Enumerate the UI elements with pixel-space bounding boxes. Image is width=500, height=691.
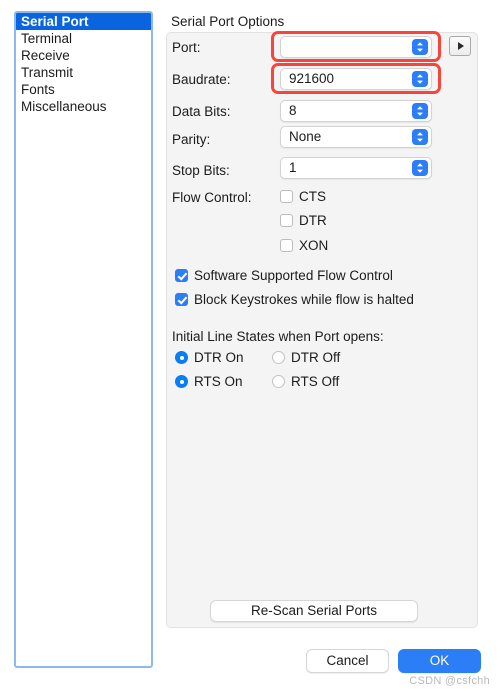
- stop-bits-select[interactable]: 1: [280, 157, 432, 179]
- chevron-updown-icon: [412, 160, 428, 176]
- data-bits-select[interactable]: 8: [280, 100, 432, 122]
- checkbox-label: Block Keystrokes while flow is halted: [194, 292, 414, 307]
- checkbox-cts[interactable]: CTS: [280, 189, 326, 204]
- settings-dialog: Serial Port Terminal Receive Transmit Fo…: [0, 0, 500, 691]
- sidebar-item-label: Miscellaneous: [21, 99, 107, 114]
- checkbox-label: XON: [299, 238, 329, 253]
- radio-rts-on[interactable]: RTS On: [175, 374, 243, 389]
- sidebar-item-label: Transmit: [21, 65, 74, 80]
- radio-label: DTR On: [194, 350, 244, 365]
- radio-label: RTS Off: [291, 374, 340, 389]
- sidebar-item-label: Fonts: [21, 82, 55, 97]
- radio-icon: [272, 375, 285, 388]
- chevron-updown-icon: [412, 39, 428, 55]
- parity-value: None: [289, 129, 322, 144]
- data-bits-label: Data Bits:: [172, 104, 231, 119]
- sidebar-item-fonts[interactable]: Fonts: [16, 81, 151, 98]
- parity-label: Parity:: [172, 132, 211, 147]
- chevron-updown-icon: [412, 129, 428, 145]
- baudrate-value: 921600: [289, 71, 335, 86]
- checkbox-checked-icon: [175, 269, 188, 282]
- rescan-serial-ports-button[interactable]: Re-Scan Serial Ports: [210, 600, 418, 622]
- cancel-button[interactable]: Cancel: [306, 649, 389, 673]
- baudrate-select[interactable]: 921600: [280, 68, 432, 90]
- checkbox-block-keystrokes[interactable]: Block Keystrokes while flow is halted: [175, 292, 414, 307]
- baudrate-label: Baudrate:: [172, 72, 231, 87]
- sidebar-item-transmit[interactable]: Transmit: [16, 64, 151, 81]
- flow-control-label: Flow Control:: [172, 190, 252, 205]
- stop-bits-value: 1: [289, 160, 297, 175]
- radio-selected-icon: [175, 351, 188, 364]
- sidebar-item-receive[interactable]: Receive: [16, 47, 151, 64]
- sidebar-item-label: Receive: [21, 48, 70, 63]
- radio-selected-icon: [175, 375, 188, 388]
- checkbox-dtr[interactable]: DTR: [280, 213, 327, 228]
- checkbox-icon: [280, 214, 293, 227]
- page-title: Serial Port Options: [171, 14, 285, 29]
- sidebar-item-terminal[interactable]: Terminal: [16, 30, 151, 47]
- line-states-title: Initial Line States when Port opens:: [172, 329, 384, 344]
- radio-label: DTR Off: [291, 350, 341, 365]
- radio-label: RTS On: [194, 374, 243, 389]
- ok-button[interactable]: OK: [398, 649, 481, 673]
- checkbox-icon: [280, 239, 293, 252]
- sidebar-item-label: Terminal: [21, 31, 73, 46]
- chevron-updown-icon: [412, 71, 428, 87]
- radio-rts-off[interactable]: RTS Off: [272, 374, 339, 389]
- checkbox-software-flow-control[interactable]: Software Supported Flow Control: [175, 268, 393, 283]
- data-bits-value: 8: [289, 103, 297, 118]
- parity-select[interactable]: None: [280, 126, 432, 148]
- sidebar-item-miscellaneous[interactable]: Miscellaneous: [16, 98, 151, 115]
- port-label: Port:: [172, 40, 201, 55]
- port-select[interactable]: [280, 36, 432, 58]
- sidebar-item-label: Serial Port: [21, 14, 89, 29]
- expand-port-list-button[interactable]: [449, 36, 471, 56]
- chevron-updown-icon: [412, 103, 428, 119]
- settings-category-list[interactable]: Serial Port Terminal Receive Transmit Fo…: [14, 11, 153, 668]
- checkbox-icon: [280, 190, 293, 203]
- radio-icon: [272, 351, 285, 364]
- radio-dtr-off[interactable]: DTR Off: [272, 350, 340, 365]
- stop-bits-label: Stop Bits:: [172, 163, 230, 178]
- checkbox-checked-icon: [175, 293, 188, 306]
- watermark: CSDN @csfchh: [409, 675, 490, 687]
- radio-dtr-on[interactable]: DTR On: [175, 350, 244, 365]
- checkbox-label: Software Supported Flow Control: [194, 268, 393, 283]
- triangle-right-icon: [458, 42, 464, 50]
- checkbox-xon[interactable]: XON: [280, 238, 328, 253]
- checkbox-label: DTR: [299, 213, 327, 228]
- checkbox-label: CTS: [299, 189, 326, 204]
- sidebar-item-serial-port[interactable]: Serial Port: [16, 13, 151, 30]
